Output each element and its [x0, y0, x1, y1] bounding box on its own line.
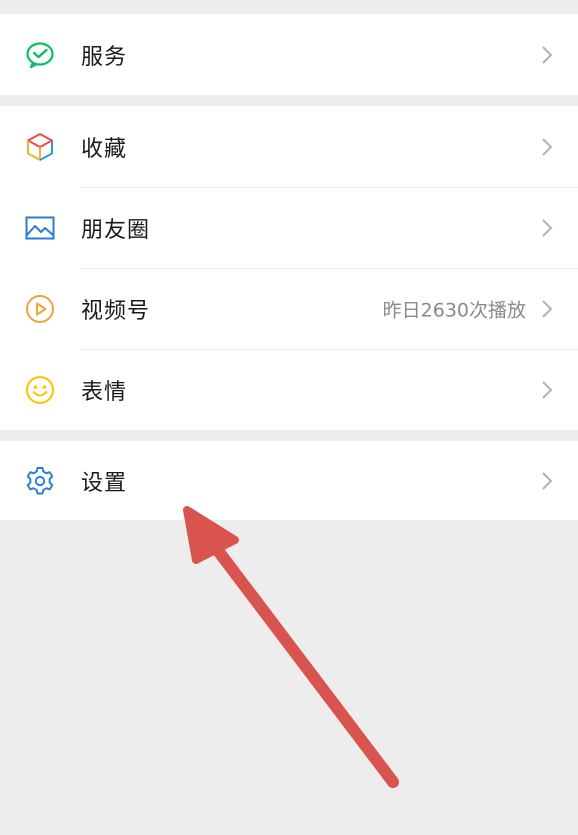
- wechat-pay-icon: [24, 39, 56, 71]
- menu-item-favorites[interactable]: 收藏: [0, 106, 578, 187]
- cube-icon: [24, 131, 56, 163]
- gear-icon: [24, 465, 56, 497]
- menu-item-stickers[interactable]: 表情: [0, 349, 578, 430]
- menu-item-label: 视频号: [81, 298, 151, 324]
- menu-item-label: 设置: [81, 470, 128, 496]
- play-circle-icon: [24, 293, 56, 325]
- menu-item-channels[interactable]: 视频号 昨日2630次播放: [0, 268, 578, 349]
- menu-item-services[interactable]: 服务: [0, 14, 578, 95]
- services-group: 服务: [0, 14, 578, 95]
- settings-group: 设置: [0, 441, 578, 520]
- chevron-right-icon: [540, 44, 554, 66]
- menu-item-settings[interactable]: 设置: [0, 441, 578, 520]
- chevron-right-icon: [540, 470, 554, 492]
- menu-item-label: 服务: [81, 44, 128, 70]
- channels-play-count: 昨日2630次播放: [382, 299, 526, 321]
- menu-item-label: 朋友圈: [81, 217, 151, 243]
- menu-item-label: 表情: [81, 379, 128, 405]
- chevron-right-icon: [540, 136, 554, 158]
- menu-item-moments[interactable]: 朋友圈: [0, 187, 578, 268]
- features-group: 收藏 朋友圈 视频号 昨日2630次播放 表情: [0, 106, 578, 430]
- chevron-right-icon: [540, 217, 554, 239]
- image-icon: [24, 212, 56, 244]
- smiley-icon: [24, 374, 56, 406]
- chevron-right-icon: [540, 379, 554, 401]
- chevron-right-icon: [540, 298, 554, 320]
- menu-item-label: 收藏: [81, 136, 128, 162]
